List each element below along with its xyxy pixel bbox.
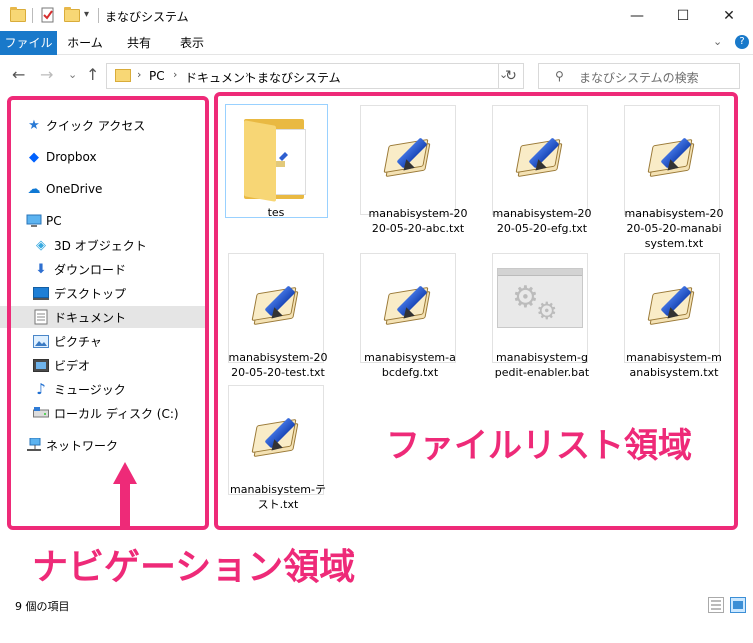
properties-icon[interactable] <box>40 7 56 23</box>
tab-share[interactable]: 共有 <box>115 31 163 55</box>
recent-locations-button[interactable]: ⌄ <box>68 68 77 81</box>
ribbon-tabs: ファイル ホーム 共有 表示 ⌄ ? <box>0 31 753 55</box>
help-icon[interactable]: ? <box>735 35 749 49</box>
breadcrumb-separator: › <box>245 68 250 81</box>
minimize-button[interactable]: — <box>614 0 660 31</box>
expand-ribbon-icon[interactable]: ⌄ <box>713 35 722 48</box>
new-folder-icon[interactable] <box>64 7 80 23</box>
breadcrumb-separator: › <box>173 68 178 81</box>
breadcrumb-current[interactable]: まなびシステム <box>257 69 341 86</box>
file-thumbnail <box>360 253 456 363</box>
up-button[interactable]: ↑ <box>86 65 99 84</box>
close-button[interactable]: ✕ <box>706 0 752 31</box>
large-icons-view-icon[interactable] <box>730 597 746 613</box>
file-name: manabisystem-20 20-05-20-manabi system.t… <box>624 207 724 250</box>
text-file-icon <box>383 280 435 328</box>
address-bar[interactable]: › PC › ドキュメント › まなびシステム ⌄ <box>106 63 524 89</box>
window-title: まなびシステム <box>105 10 189 24</box>
search-placeholder: まなびシステムの検索 <box>579 71 699 85</box>
folder-icon <box>115 69 131 82</box>
tab-home[interactable]: ホーム <box>60 31 110 55</box>
text-file-icon <box>515 132 567 180</box>
text-file-icon <box>647 280 699 328</box>
folder-icon <box>10 7 26 23</box>
file-thumbnail <box>492 105 588 215</box>
text-file-icon <box>251 412 303 460</box>
gear-icon: ⚙ <box>512 280 539 315</box>
nav-area-highlight <box>7 96 209 530</box>
text-file-icon <box>383 132 435 180</box>
file-thumbnail <box>360 105 456 215</box>
annotation-arrow-head <box>113 462 137 484</box>
search-icon: ⚲ <box>555 69 564 83</box>
maximize-button[interactable]: ☐ <box>660 0 706 31</box>
file-name: manabisystem-テ スト.txt <box>230 483 326 511</box>
search-input[interactable]: ⚲ まなびシステムの検索 <box>538 63 740 89</box>
status-bar: 9 個の項目 <box>0 594 753 616</box>
file-thumbnail <box>624 253 720 363</box>
tab-view[interactable]: 表示 <box>168 31 216 55</box>
file-area-annotation: ファイルリスト領域 <box>386 426 692 466</box>
file-thumbnail <box>228 253 324 363</box>
folder-thumbnail <box>225 104 328 218</box>
gear-icon: ⚙ <box>536 297 558 325</box>
file-name: tes <box>267 206 285 219</box>
tab-file[interactable]: ファイル <box>0 31 57 55</box>
file-thumbnail <box>624 105 720 215</box>
file-thumbnail <box>228 385 324 495</box>
file-name: manabisystem-20 20-05-20-efg.txt <box>492 207 592 235</box>
file-thumbnail: ⚙ ⚙ <box>492 253 588 363</box>
file-name: manabisystem-a bcdefg.txt <box>364 351 456 379</box>
text-file-icon <box>647 132 699 180</box>
divider <box>98 8 99 23</box>
annotation-arrow-shaft <box>120 482 130 528</box>
batch-file-icon: ⚙ ⚙ <box>497 268 583 328</box>
file-name: manabisystem-20 20-05-20-test.txt <box>228 351 328 379</box>
back-button[interactable]: ← <box>12 65 25 84</box>
nav-area-annotation: ナビゲーション領域 <box>32 547 356 588</box>
refresh-button[interactable]: ↻ <box>498 63 524 89</box>
folder-front <box>244 120 276 202</box>
forward-button[interactable]: → <box>40 65 53 84</box>
title-bar: ▾ まなびシステム — ☐ ✕ <box>0 0 753 31</box>
file-name: manabisystem-20 20-05-20-abc.txt <box>368 207 468 235</box>
details-view-icon[interactable] <box>708 597 724 613</box>
file-name: manabisystem-g pedit-enabler.bat <box>494 351 590 379</box>
file-name: manabisystem-m anabisystem.txt <box>626 351 722 379</box>
breadcrumb-pc[interactable]: PC <box>149 69 165 83</box>
item-count: 9 個の項目 <box>15 600 70 613</box>
divider <box>32 8 33 23</box>
text-file-icon <box>251 280 303 328</box>
breadcrumb-separator: › <box>137 68 142 81</box>
